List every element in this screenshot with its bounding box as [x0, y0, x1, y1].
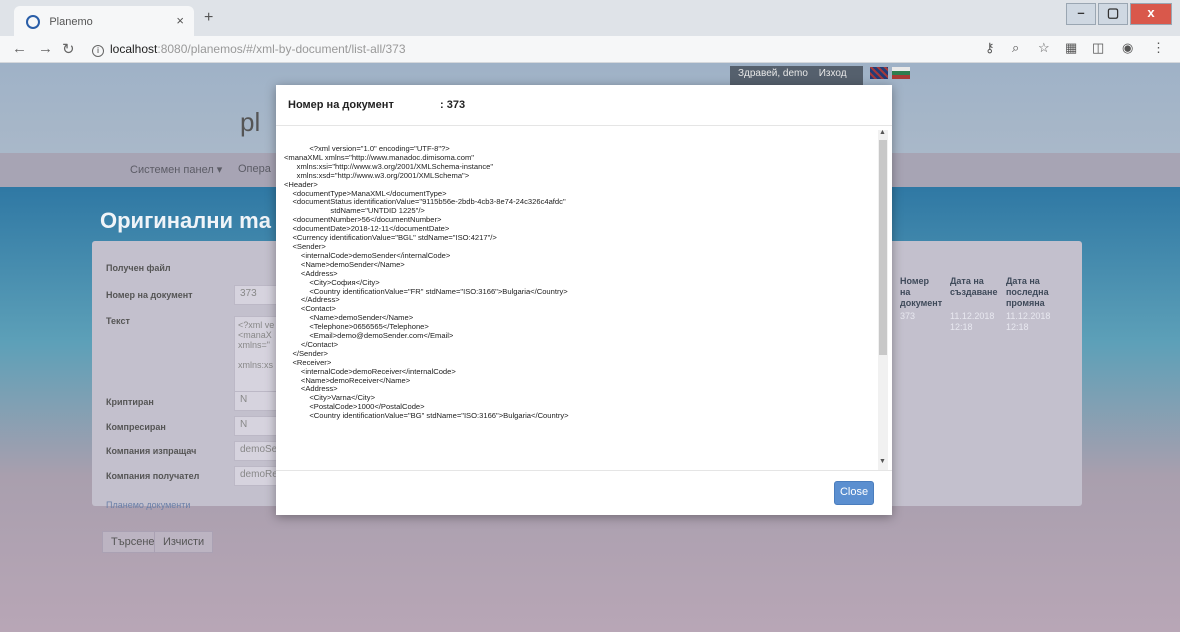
xml-content: <?xml version="1.0" encoding="UTF-8"?> <m…: [284, 145, 878, 490]
close-button[interactable]: Close: [834, 481, 874, 505]
col-header-created[interactable]: Дата на създаване: [950, 276, 1000, 298]
back-icon[interactable]: ←: [12, 40, 27, 57]
window-controls: – ▢ x: [1066, 3, 1172, 25]
xml-modal: Номер на документ : 373 <?xml version="1…: [276, 85, 892, 515]
url-path: :8080/planemos/#/xml-by-document/list-al…: [157, 42, 406, 56]
browser-tab[interactable]: Planemo ×: [14, 6, 194, 36]
tab-close-button[interactable]: ×: [176, 13, 184, 28]
planemo-documents-link[interactable]: Планемо документи: [106, 500, 190, 510]
compressed-label: Компресиран: [106, 422, 166, 432]
xml-line: </Address>: [284, 295, 340, 305]
bookmark-star-icon[interactable]: ☆: [1038, 40, 1050, 56]
extension-icon[interactable]: ▦: [1065, 40, 1077, 56]
forward-icon[interactable]: →: [38, 40, 53, 57]
new-tab-button[interactable]: +: [204, 9, 213, 27]
doc-number-label: Номер на документ: [106, 290, 193, 300]
scrollbar-thumb[interactable]: [879, 140, 887, 355]
modal-doc-number: : 373: [440, 99, 466, 111]
profile-icon[interactable]: ◉: [1122, 40, 1133, 56]
table-cell-doc-number[interactable]: 373: [900, 311, 915, 322]
favicon-icon: [26, 14, 40, 29]
xml-line: <Currency identificationValue="BGL" stdN…: [284, 233, 497, 243]
info-icon[interactable]: i: [92, 45, 104, 57]
encrypted-label: Криптиран: [106, 397, 154, 407]
table-cell-created: 11.12.2018 12:18: [950, 311, 995, 332]
menu-system-panel[interactable]: Системен панел ▾: [130, 163, 222, 176]
minimize-button[interactable]: –: [1066, 3, 1096, 25]
window-close-button[interactable]: x: [1130, 3, 1172, 25]
bulgarian-flag-icon[interactable]: [892, 67, 910, 79]
xml-line: <Name>demoReceiver</Name>: [284, 375, 411, 385]
maximize-button[interactable]: ▢: [1098, 3, 1128, 25]
scroll-up-icon[interactable]: ▲: [879, 129, 886, 136]
modal-divider: [276, 125, 892, 126]
col-header-modified[interactable]: Дата на последна промяна: [1006, 276, 1052, 309]
user-greeting[interactable]: Здравей, demo: [738, 68, 808, 79]
modal-scrollbar[interactable]: ▲ ▼: [878, 129, 888, 470]
xml-line: </Contact>: [284, 339, 339, 349]
sender-company-label: Компания изпращач: [106, 446, 197, 456]
tab-title: Planemo: [49, 15, 93, 28]
text-label: Текст: [106, 316, 130, 326]
url-host: localhost: [110, 42, 158, 56]
xml-line: </Sender>: [284, 348, 328, 358]
reload-icon[interactable]: ↻: [62, 40, 75, 58]
xml-line: <Name>demoSender</Name>: [284, 259, 405, 269]
modal-title: Номер на документ: [288, 99, 394, 111]
key-icon[interactable]: ⚷: [985, 40, 995, 56]
clear-button[interactable]: Изчисти: [154, 531, 214, 553]
xml-line: xmlns:xsd="http://www.w3.org/2001/XMLSch…: [284, 170, 470, 180]
browser-tab-bar: Planemo × + – ▢ x: [0, 0, 1180, 36]
modal-footer-divider: [276, 470, 892, 471]
col-header-doc-number[interactable]: Номер на документ: [900, 276, 942, 309]
logout-link[interactable]: Изход: [819, 68, 847, 79]
url-field[interactable]: i localhost:8080/planemos/#/xml-by-docume…: [92, 42, 406, 57]
scroll-down-icon[interactable]: ▼: [879, 458, 886, 465]
xml-line: <Country identificationValue="FR" stdNam…: [284, 286, 568, 296]
zoom-icon[interactable]: ⌕: [1012, 40, 1019, 56]
receiver-company-label: Компания получател: [106, 471, 200, 481]
xml-line: <Email>demo@demoSender.com</Email>: [284, 331, 454, 341]
xml-line: <Country identificationValue="BG" stdNam…: [284, 411, 569, 421]
menu-operations[interactable]: Опера: [238, 163, 271, 175]
page-title: Оригинални ma: [100, 208, 271, 233]
english-flag-icon[interactable]: [870, 67, 888, 79]
screenshot-icon[interactable]: ◫: [1092, 40, 1104, 56]
received-file-label: Получен файл: [106, 263, 171, 273]
address-bar: ← → ↻ i localhost:8080/planemos/#/xml-by-…: [0, 36, 1180, 63]
site-logo: pl: [240, 107, 261, 137]
menu-kebab-icon[interactable]: ⋮: [1152, 40, 1165, 56]
table-cell-modified: 11.12.2018 12:18: [1006, 311, 1051, 332]
